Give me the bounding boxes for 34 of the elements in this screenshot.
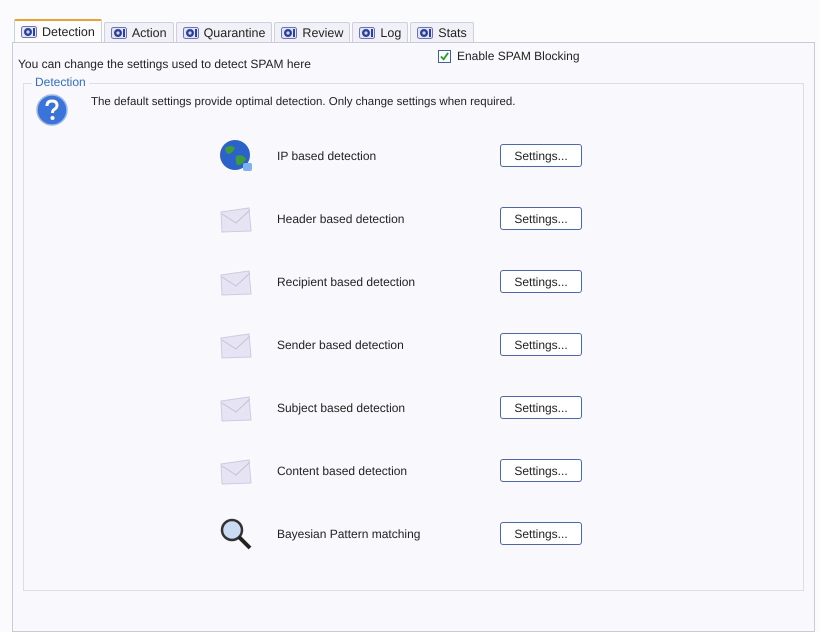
intro-text: You can change the settings used to detect SPAM here xyxy=(18,57,312,71)
settings-button[interactable]: Settings... xyxy=(500,522,582,545)
tab-icon xyxy=(359,26,376,38)
note-text: The default settings provide optimal detection. Only change settings when required. xyxy=(91,96,516,108)
detection-label: Content based detection xyxy=(277,464,408,478)
checkbox-box[interactable] xyxy=(438,50,451,62)
group-title: Detection xyxy=(32,75,89,89)
settings-button[interactable]: Settings... xyxy=(500,459,582,482)
tab-icon xyxy=(281,26,298,38)
detection-label: IP based detection xyxy=(277,148,378,162)
detection-label: Header based detection xyxy=(277,212,406,226)
tab[interactable]: Stats xyxy=(410,22,474,42)
settings-button[interactable]: Settings... xyxy=(500,396,582,419)
magnifier-icon xyxy=(219,516,253,550)
settings-button[interactable]: Settings... xyxy=(500,144,582,167)
tab-icon xyxy=(182,26,199,38)
tab[interactable]: Review xyxy=(274,22,350,42)
detection-label: Subject based detection xyxy=(277,400,406,414)
settings-button[interactable]: Settings... xyxy=(500,270,582,293)
detection-label: Sender based detection xyxy=(277,338,405,352)
settings-button[interactable]: Settings... xyxy=(500,333,582,356)
tab-icon xyxy=(417,26,434,38)
enable-checkbox[interactable]: Enable SPAM Blocking xyxy=(438,49,580,63)
settings-button[interactable]: Settings... xyxy=(500,207,582,230)
tab[interactable]: Action xyxy=(104,22,174,42)
tab[interactable]: Quarantine xyxy=(176,22,272,42)
help-icon xyxy=(36,94,68,126)
tab[interactable]: Log xyxy=(352,22,408,42)
globe-icon xyxy=(219,138,253,172)
detection-label: Bayesian Pattern matching xyxy=(277,526,422,540)
tab-icon xyxy=(21,26,37,38)
tab[interactable]: Detection xyxy=(14,19,102,42)
tab-icon xyxy=(110,26,127,38)
detection-label: Recipient based detection xyxy=(277,274,416,288)
